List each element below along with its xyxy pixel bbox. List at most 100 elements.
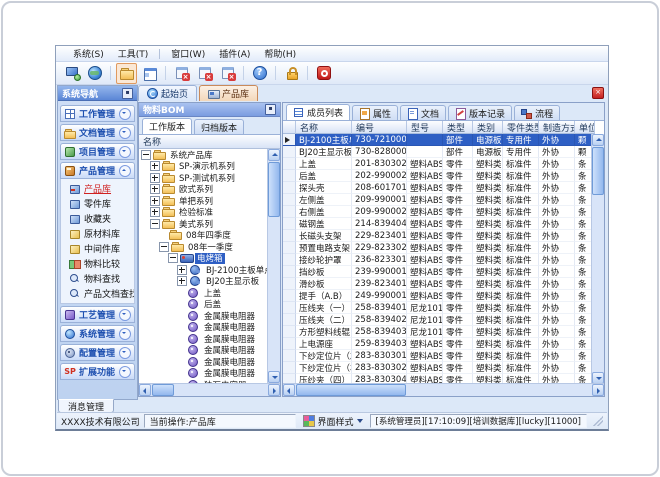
cell[interactable]: 外协	[539, 362, 575, 374]
cell[interactable]: 259-839403-00X	[352, 338, 407, 350]
cell[interactable]: 标准件	[503, 362, 539, 374]
cell[interactable]: 零件	[443, 374, 473, 383]
tree-node-单把系列[interactable]: 单把系列	[139, 195, 268, 207]
tree-vscroll-thumb[interactable]	[268, 162, 280, 217]
tree-node-系统产品库[interactable]: 系统产品库	[139, 149, 268, 161]
tree-node-BJ20主显示板[interactable]: BJ20主显示板	[139, 276, 268, 288]
menu-item-3[interactable]: 插件(A)	[212, 47, 257, 60]
table-row[interactable]: 提手（A.B）249-990001-01X塑料ABS零件塑料类标准件外协条	[283, 290, 604, 302]
cell[interactable]: 磁钢盖	[296, 218, 352, 230]
cell[interactable]	[407, 134, 443, 146]
cell[interactable]: 塑料类	[473, 218, 503, 230]
cell[interactable]: 外协	[539, 194, 575, 206]
table-row[interactable]: 压线夹（一）258-839401-00X尼龙1010零件塑料类标准件外协条	[283, 302, 604, 314]
cell[interactable]: 标准件	[503, 338, 539, 350]
row-selector[interactable]	[283, 290, 296, 302]
cell[interactable]: 塑料ABS	[407, 182, 443, 194]
cell[interactable]: 左侧盖	[296, 194, 352, 206]
members-tab-版本记录[interactable]: 版本记录	[448, 105, 512, 120]
cell[interactable]: 方形塑料线辊	[296, 326, 352, 338]
cell[interactable]: 239-990001-01X	[352, 266, 407, 278]
cell[interactable]: 塑料ABS	[407, 374, 443, 383]
cell[interactable]: 283-830304-00X	[352, 374, 407, 383]
row-selector[interactable]	[283, 194, 296, 206]
cell[interactable]: 283-830302-00X	[352, 362, 407, 374]
menu-item-2[interactable]: 窗口(W)	[164, 47, 212, 60]
expand-icon[interactable]	[150, 173, 160, 183]
table-row[interactable]: 接纱轮护罩236-823301-00X塑料ABS零件塑料类标准件外协条	[283, 254, 604, 266]
cell[interactable]: 塑料类	[473, 242, 503, 254]
cell[interactable]: 外协	[539, 134, 575, 146]
column-header-制造方式[interactable]: 制造方式	[539, 121, 575, 134]
cell[interactable]: 标准件	[503, 290, 539, 302]
row-selector[interactable]	[283, 134, 296, 146]
cell[interactable]: 塑料ABS	[407, 170, 443, 182]
cell[interactable]: 塑料类	[473, 230, 503, 242]
cell[interactable]: 零件	[443, 206, 473, 218]
row-selector[interactable]	[283, 242, 296, 254]
cell[interactable]: 外协	[539, 326, 575, 338]
cell[interactable]: 零件	[443, 194, 473, 206]
row-selector[interactable]	[283, 314, 296, 326]
cell[interactable]: 标准件	[503, 194, 539, 206]
cell[interactable]: 滑纱板	[296, 278, 352, 290]
cell[interactable]: 标准件	[503, 302, 539, 314]
cell[interactable]: 外协	[539, 266, 575, 278]
cell[interactable]: 塑料类	[473, 326, 503, 338]
tree-node-上盖[interactable]: 上盖	[139, 287, 268, 299]
table-row[interactable]: BJ20主显示板730-828000-04X部件电源板专用件外协颗	[283, 146, 604, 158]
close-all-windows-button[interactable]	[217, 63, 238, 84]
scroll-left-icon[interactable]	[139, 384, 151, 396]
cell[interactable]: 零件	[443, 170, 473, 182]
expand-icon[interactable]	[177, 265, 187, 275]
tree-column-header[interactable]: 名称	[139, 135, 280, 149]
cell[interactable]: 标准件	[503, 170, 539, 182]
cell[interactable]: 外协	[539, 290, 575, 302]
table-row[interactable]: 压线夹（二）258-839402-00X尼龙1010零件塑料类标准件外协条	[283, 314, 604, 326]
cell[interactable]: 标准件	[503, 242, 539, 254]
expand-icon[interactable]	[150, 196, 160, 206]
cell[interactable]: 零件	[443, 278, 473, 290]
cell[interactable]: 201-830302-00X	[352, 158, 407, 170]
expand-icon[interactable]	[177, 276, 187, 286]
bom-tab-工作版本[interactable]: 工作版本	[142, 118, 192, 134]
cell[interactable]: 零件	[443, 158, 473, 170]
members-tab-成员列表[interactable]: 成员列表	[286, 104, 350, 120]
lock-button[interactable]	[281, 63, 302, 84]
resize-grip[interactable]	[593, 416, 603, 426]
cell[interactable]: 外协	[539, 230, 575, 242]
window-layout-button[interactable]	[139, 63, 160, 84]
row-selector[interactable]	[283, 146, 296, 158]
cell[interactable]: 塑料类	[473, 362, 503, 374]
cell[interactable]: 长磁头支架	[296, 230, 352, 242]
help-button[interactable]	[249, 63, 270, 84]
sidebar-item-物料比较[interactable]: 物料比较	[61, 256, 134, 271]
cell[interactable]: 730-721000-12X	[352, 134, 407, 146]
cell[interactable]: 压纱夹（四）	[296, 374, 352, 383]
sidebar-group-扩展功能[interactable]: SP扩展功能	[60, 363, 135, 380]
table-row[interactable]: 左侧盖209-990001-01X塑料ABS零件塑料类标准件外协条	[283, 194, 604, 206]
sidebar-group-系统管理[interactable]: 系统管理	[60, 325, 135, 342]
cell[interactable]: 电源板	[473, 146, 503, 158]
sidebar-group-工作管理[interactable]: 工作管理	[60, 105, 135, 122]
cell[interactable]: 239-823401-00X	[352, 278, 407, 290]
tree-node-电烤箱[interactable]: 电烤箱	[139, 253, 268, 265]
cell[interactable]: 零件	[443, 290, 473, 302]
table-row[interactable]: 方形塑料线辊258-839403-00X尼龙1010零件塑料类标准件外协条	[283, 326, 604, 338]
cell[interactable]: 塑料类	[473, 302, 503, 314]
chevron-down-icon[interactable]	[119, 328, 131, 340]
cell[interactable]: 零件	[443, 242, 473, 254]
scroll-up-icon[interactable]	[268, 149, 280, 161]
cell[interactable]: 塑料ABS	[407, 218, 443, 230]
column-header-类别[interactable]: 类别	[473, 121, 503, 134]
collapse-icon[interactable]	[168, 253, 178, 263]
cell[interactable]: 提手（A.B）	[296, 290, 352, 302]
cell[interactable]: 外协	[539, 314, 575, 326]
cell[interactable]: 部件	[443, 146, 473, 158]
cell[interactable]: 塑料ABS	[407, 254, 443, 266]
table-row[interactable]: 滑纱板239-823401-00X塑料ABS零件塑料类标准件外协条	[283, 278, 604, 290]
cell[interactable]: 部件	[443, 134, 473, 146]
cell[interactable]: 外协	[539, 338, 575, 350]
cell[interactable]: BJ20主显示板	[296, 146, 352, 158]
tree-node-后盖[interactable]: 后盖	[139, 299, 268, 311]
